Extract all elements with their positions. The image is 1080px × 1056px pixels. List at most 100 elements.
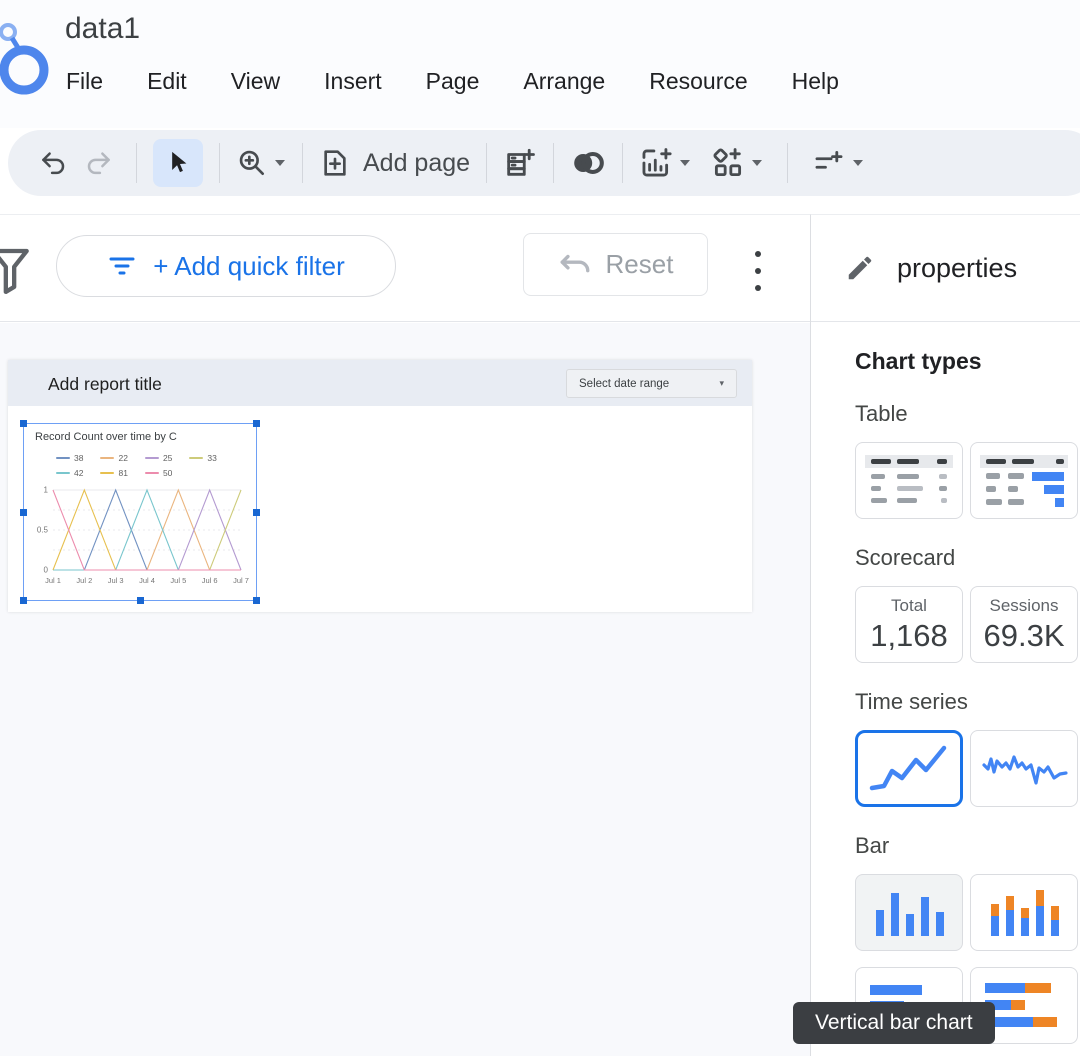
resize-handle-mid-right[interactable] [253,509,260,516]
resize-handle-mid-left[interactable] [20,509,27,516]
legend-swatch [56,471,70,474]
menu-item-view[interactable]: View [231,68,280,95]
more-options-button[interactable] [751,249,765,293]
add-chart-button[interactable] [639,146,691,180]
legend-item: 38 [56,453,83,463]
resize-handle-top-right[interactable] [253,420,260,427]
reset-button[interactable]: Reset [523,233,708,296]
add-page-label: Add page [363,148,471,177]
legend-swatch [100,471,115,474]
svg-text:Jul 5: Jul 5 [170,576,186,585]
svg-text:Jul 3: Jul 3 [108,576,124,585]
menu-bar: File Edit View Insert Page Arrange Resource Hel… [66,68,839,95]
chevron-down-icon [752,160,763,166]
add-control-button[interactable] [812,146,864,180]
chart-types-heading: Chart types [855,348,982,374]
toolbar-separator [136,143,137,183]
scorecard-metric-value: 69.3K [983,617,1065,653]
filter-funnel-icon[interactable] [0,245,30,297]
legend-swatch [144,456,159,459]
legend-label: 25 [162,452,173,463]
toolbar-separator [219,143,220,183]
community-visualizations-button[interactable] [711,146,763,180]
chart-type-vertical-bar[interactable] [855,874,963,951]
toolbar: Add page [8,130,1080,196]
vertical-bar-thumbnail-icon [876,892,944,936]
document-title[interactable]: data1 [65,12,140,46]
blend-data-icon [574,151,604,175]
undo-icon [42,152,65,175]
chart-type-time-series[interactable] [855,730,963,807]
chart-type-stacked-bar[interactable] [970,874,1078,951]
svg-text:Jul 7: Jul 7 [233,576,249,585]
menu-item-resource[interactable]: Resource [649,68,747,95]
undo-button[interactable] [32,139,76,187]
add-quick-filter-label: + Add quick filter [153,250,345,281]
legend-label: 33 [207,452,217,463]
legend-label: 42 [74,467,84,478]
group-label-table: Table [855,401,908,426]
menu-item-page[interactable]: Page [426,68,480,95]
group-label-time-series: Time series [855,689,968,714]
blend-data-button[interactable] [570,148,606,178]
select-mode-button[interactable] [153,139,203,187]
resize-handle-bottom-right[interactable] [253,597,260,604]
resize-handle-bottom-center[interactable] [137,597,144,604]
group-label-scorecard: Scorecard [855,545,956,570]
chart-type-sparkline[interactable] [970,730,1078,807]
resize-handle-top-left[interactable] [20,420,27,427]
community-visualization-icon [713,148,742,177]
chart-type-table-with-bars[interactable] [970,442,1078,519]
legend-item: 22 [100,453,128,463]
add-page-icon [324,150,346,176]
zoom-control[interactable] [236,147,286,179]
properties-panel-header: properties [811,215,1080,322]
legend-swatch [144,471,159,474]
legend-item: 81 [100,468,128,478]
add-page-button[interactable]: Add page [319,147,470,179]
menu-item-insert[interactable]: Insert [324,68,382,95]
svg-text:Jul 1: Jul 1 [45,576,61,585]
stacked-bar-thumbnail-icon [991,889,1059,936]
resize-handle-bottom-left[interactable] [20,597,27,604]
legend-label: 50 [162,467,173,478]
group-label-bar: Bar [855,833,890,858]
legend-swatch [189,456,204,459]
menu-item-help[interactable]: Help [792,68,839,95]
reset-undo-icon [560,254,589,272]
svg-text:0: 0 [44,566,49,575]
date-range-control[interactable]: Select date range ▾ [566,369,737,398]
legend-item: 42 [56,468,83,478]
report-title-placeholder[interactable]: Add report title [48,374,162,395]
tooltip-label: Vertical bar chart [815,1011,973,1034]
legend-label: 38 [74,452,84,463]
chart-type-table[interactable] [855,442,963,519]
redo-button[interactable] [76,139,120,187]
menu-item-arrange[interactable]: Arrange [523,68,605,95]
report-page[interactable]: Add report title Select date range ▾ Rec… [8,360,752,612]
toolbar-separator [622,143,624,183]
add-data-icon [507,148,535,176]
add-data-button[interactable] [503,146,537,180]
time-series-chart-widget[interactable]: Record Count over time by C 38 22 25 33 42 8… [20,420,260,604]
add-chart-icon [642,148,672,177]
legend-swatch [100,456,115,459]
table-thumbnail-icon [865,454,953,503]
menu-item-file[interactable]: File [66,68,103,95]
time-series-thumbnail-icon [869,745,947,790]
select-cursor-icon [172,151,187,173]
chevron-down-icon [680,160,691,166]
legend-item: 50 [144,467,173,478]
add-quick-filter-button[interactable]: + Add quick filter [56,235,396,297]
chart-title: Record Count over time by C [35,431,177,443]
menu-item-edit[interactable]: Edit [147,68,187,95]
svg-text:0.5: 0.5 [37,526,49,535]
report-canvas[interactable]: Add report title Select date range ▾ Rec… [0,323,810,1056]
chart-type-scorecard[interactable]: Total 1,168 [855,586,963,663]
quick-filter-bar: + Add quick filter Reset [0,214,810,322]
legend-item: 25 [144,452,173,463]
report-header-band: Add report title Select date range ▾ [8,360,752,406]
chart-type-scorecard-compact[interactable]: Sessions 69.3K [970,586,1078,663]
svg-text:1: 1 [44,486,49,495]
looker-studio-logo-icon[interactable] [0,6,56,114]
